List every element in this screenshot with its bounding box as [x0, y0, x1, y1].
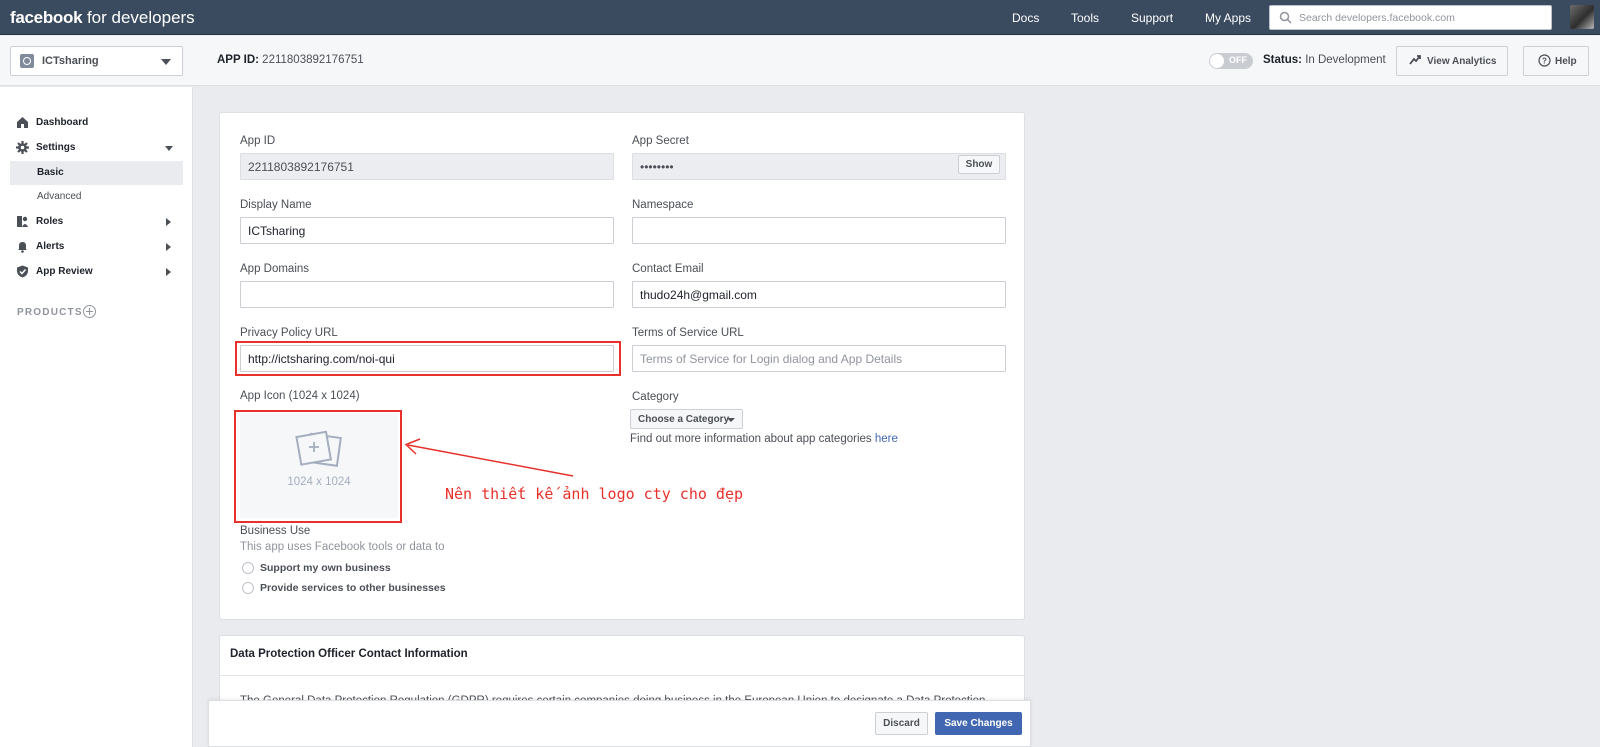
sidebar-item-alerts[interactable]: Alerts — [10, 235, 183, 259]
contact-email-label: Contact Email — [632, 263, 704, 275]
annotation-note: Nên thiết kế ảnh logo cty cho đẹp — [445, 485, 744, 503]
gear-icon — [16, 141, 29, 154]
sidebar-label: Roles — [36, 216, 64, 227]
products-heading: PRODUCTS — [17, 307, 83, 318]
privacy-highlight-box — [235, 341, 621, 376]
choose-category-button[interactable]: Choose a Category — [630, 409, 743, 429]
brand-logo[interactable]: facebook for developers — [10, 8, 195, 28]
add-product-icon[interactable] — [83, 305, 96, 318]
nav-my-apps[interactable]: My Apps — [1205, 11, 1251, 25]
sidebar-label: App Review — [36, 266, 93, 277]
help-button[interactable]: ? Help — [1523, 46, 1589, 76]
bell-icon — [18, 242, 27, 253]
app-id-field[interactable] — [240, 153, 614, 180]
app-domains-label: App Domains — [240, 263, 310, 275]
search-icon — [1279, 11, 1292, 24]
sidebar-item-roles[interactable]: Roles — [10, 210, 183, 234]
sidebar-item-dashboard[interactable]: Dashboard — [10, 111, 183, 135]
sidebar-item-settings[interactable]: Settings — [10, 136, 183, 160]
sidebar-label: Basic — [37, 167, 64, 178]
app-icon — [20, 54, 34, 68]
chevron-right-icon — [166, 218, 171, 226]
category-info: Find out more information about app cate… — [630, 433, 898, 445]
privacy-policy-label: Privacy Policy URL — [240, 327, 338, 339]
radio-support-own-business[interactable] — [242, 562, 254, 574]
caret-down-icon — [161, 59, 171, 65]
namespace-field[interactable] — [632, 217, 1006, 244]
sidebar-label: Alerts — [36, 241, 65, 252]
app-name: ICTsharing — [42, 55, 99, 67]
home-icon — [17, 117, 28, 128]
sidebar-item-advanced[interactable]: Advanced — [10, 185, 183, 209]
nav-docs[interactable]: Docs — [1012, 11, 1039, 25]
toggle-label: OFF — [1229, 55, 1247, 65]
sidebar-label: Dashboard — [36, 117, 89, 128]
divider — [220, 675, 1024, 676]
radio-provide-services[interactable] — [242, 582, 254, 594]
app-id-display: APP ID: 2211803892176751 — [217, 54, 364, 66]
live-mode-toggle[interactable]: OFF — [1209, 53, 1253, 69]
app-icon-highlight-box — [234, 410, 402, 523]
help-icon: ? — [1538, 54, 1551, 67]
tos-url-label: Terms of Service URL — [632, 327, 744, 339]
app-domains-field[interactable] — [240, 281, 614, 308]
search-box[interactable] — [1269, 5, 1552, 30]
namespace-label: Namespace — [632, 199, 694, 211]
app-header: ICTsharing APP ID: 2211803892176751 OFF … — [0, 36, 1600, 86]
category-label: Category — [632, 391, 679, 403]
annotation-arrow-icon — [404, 438, 574, 477]
nav-tools[interactable]: Tools — [1071, 11, 1099, 25]
svg-text:?: ? — [1542, 57, 1547, 66]
category-here-link[interactable]: here — [875, 433, 898, 445]
chevron-right-icon — [166, 243, 171, 251]
business-use-label: Business Use — [240, 525, 311, 537]
display-name-label: Display Name — [240, 199, 312, 211]
search-input[interactable] — [1299, 9, 1547, 27]
app-status: Status: In Development — [1263, 54, 1386, 66]
trend-up-icon — [1409, 55, 1421, 65]
tos-url-field[interactable] — [632, 345, 1006, 372]
toggle-knob — [1210, 54, 1224, 68]
caret-down-icon — [727, 418, 735, 422]
shield-check-icon — [17, 265, 28, 278]
dpo-title: Data Protection Officer Contact Informat… — [230, 648, 468, 660]
app-secret-label: App Secret — [632, 135, 689, 147]
sidebar: Dashboard Settings Basic Advanced Roles … — [0, 87, 193, 747]
discard-button[interactable]: Discard — [875, 712, 928, 735]
chevron-down-icon — [165, 146, 173, 151]
view-analytics-button[interactable]: View Analytics — [1396, 46, 1508, 76]
business-use-description: This app uses Facebook tools or data to — [240, 541, 445, 553]
show-secret-button[interactable]: Show — [958, 155, 1000, 174]
app-selector[interactable]: ICTsharing — [10, 46, 183, 76]
roles-icon — [17, 216, 28, 227]
save-changes-button[interactable]: Save Changes — [935, 712, 1022, 735]
app-secret-field[interactable] — [632, 153, 1006, 180]
avatar[interactable] — [1570, 5, 1594, 29]
radio-label: Support my own business — [260, 562, 391, 574]
chevron-right-icon — [166, 268, 171, 276]
category-button-label: Choose a Category — [638, 414, 730, 425]
sidebar-label: Advanced — [37, 191, 82, 202]
sidebar-item-basic[interactable]: Basic — [10, 161, 183, 185]
app-id-label: App ID — [240, 135, 276, 147]
display-name-field[interactable] — [240, 217, 614, 244]
sidebar-item-app-review[interactable]: App Review — [10, 260, 183, 284]
nav-support[interactable]: Support — [1131, 11, 1173, 25]
sidebar-label: Settings — [36, 142, 76, 153]
contact-email-field[interactable] — [632, 281, 1006, 308]
radio-label: Provide services to other businesses — [260, 582, 446, 594]
top-bar: facebook for developers Docs Tools Suppo… — [0, 0, 1600, 35]
app-icon-label: App Icon (1024 x 1024) — [240, 390, 360, 402]
